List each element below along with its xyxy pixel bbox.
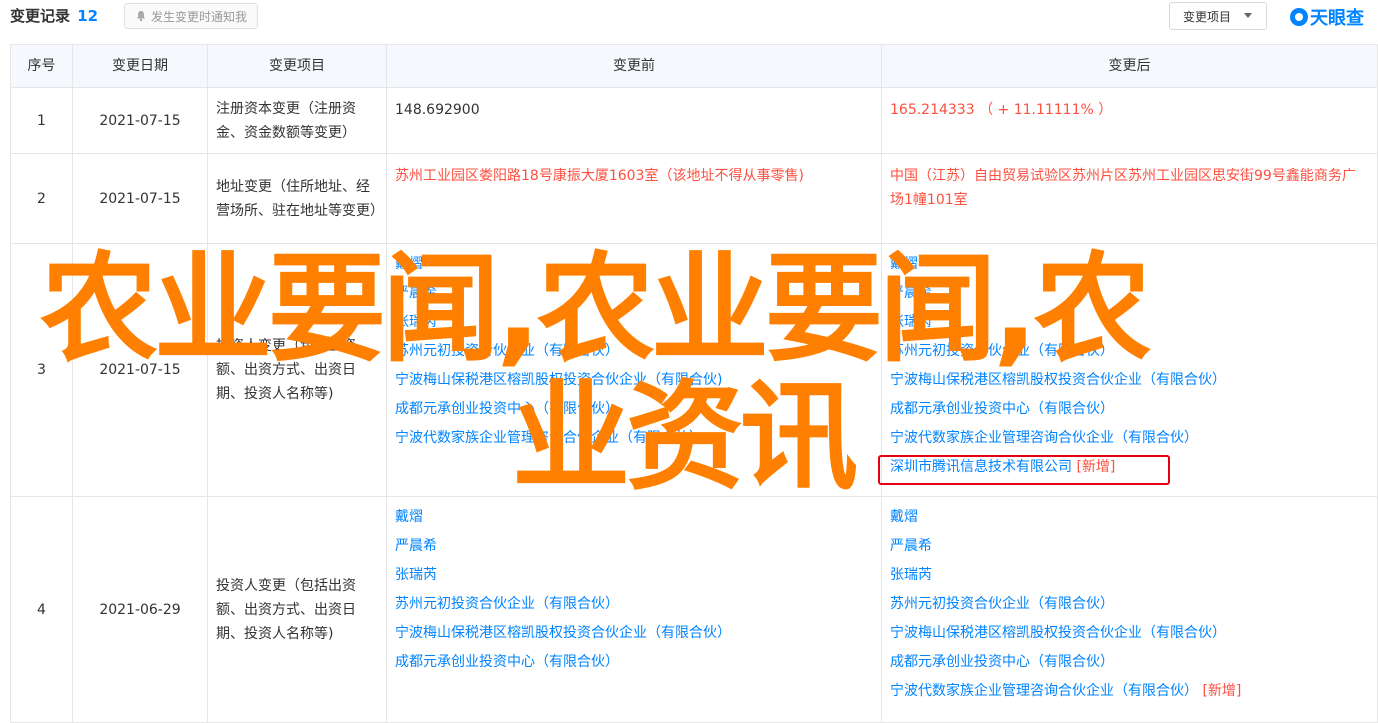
change-record-table: 序号 变更日期 变更项目 变更前 变更后 1 2021-07-15 注册资本变更…: [10, 44, 1378, 723]
notify-button[interactable]: 发生变更时通知我: [124, 3, 259, 29]
bell-icon: [137, 11, 145, 22]
new-investor-entry: 宁波代数家族企业管理咨询合伙企业（有限合伙） [新增]: [890, 677, 1369, 706]
investor-link[interactable]: 严晨希: [395, 279, 873, 308]
table-row: 2 2021-07-15 地址变更（住所地址、经营场所、驻在地址等变更） 苏州工…: [10, 153, 1378, 244]
logo-icon: [1290, 8, 1308, 26]
after-value: 165.214333 （ + 11.11111% ）: [881, 87, 1378, 154]
row-number: 1: [10, 87, 73, 154]
column-header-date: 变更日期: [72, 44, 208, 88]
top-bar: 变更记录 12 发生变更时通知我 变更项目 天眼查: [0, 0, 1378, 32]
change-date: 2021-07-15: [72, 87, 208, 154]
investor-link[interactable]: 戴熠: [890, 250, 1369, 279]
investor-link[interactable]: 宁波梅山保税港区榕凯股权投资合伙企业（有限合伙）: [395, 619, 873, 648]
investor-link[interactable]: 宁波梅山保税港区榕凯股权投资合伙企业（有限合伙）: [890, 619, 1369, 648]
investor-link[interactable]: 宁波梅山保税港区榕凯股权投资合伙企业（有限合伙）: [890, 366, 1369, 395]
section-title: 变更记录 12: [10, 5, 98, 26]
column-header-item: 变更项目: [207, 44, 387, 88]
chevron-down-icon: [1244, 13, 1252, 18]
after-value: 中国（江苏）自由贸易试验区苏州片区苏州工业园区思安街99号鑫能商务广场1幢101…: [881, 153, 1378, 244]
tianyancha-logo[interactable]: 天眼查: [1290, 4, 1364, 30]
change-item-select[interactable]: 变更项目: [1169, 2, 1267, 30]
investor-link[interactable]: 严晨希: [890, 279, 1369, 308]
logo-text: 天眼查: [1310, 8, 1364, 29]
investor-link[interactable]: 成都元承创业投资中心（有限合伙）: [890, 648, 1369, 677]
before-value: 苏州工业园区娄阳路18号康振大厦1603室（该地址不得从事零售): [386, 153, 882, 244]
investor-link[interactable]: 苏州元初投资合伙企业（有限合伙）: [395, 337, 873, 366]
investor-link[interactable]: 苏州元初投资合伙企业（有限合伙）: [890, 590, 1369, 619]
after-address: 中国（江苏）自由贸易试验区苏州片区苏州工业园区思安街99号鑫能商务广场1幢101…: [890, 168, 1356, 208]
change-date: 2021-06-29: [72, 496, 208, 723]
before-address: 苏州工业园区娄阳路18号康振大厦1603室（该地址不得从事零售): [395, 168, 804, 184]
change-item: 投资人变更（包括出资额、出资方式、出资日期、投资人名称等): [207, 243, 387, 497]
before-value: 戴熠 严晨希 张瑞芮 苏州元初投资合伙企业（有限合伙） 宁波梅山保税港区榕凯股权…: [386, 243, 882, 497]
investor-link[interactable]: 成都元承创业投资中心（有限合伙）: [395, 395, 873, 424]
investor-link[interactable]: 张瑞芮: [890, 561, 1369, 590]
section-title-text: 变更记录: [10, 7, 71, 25]
investor-link[interactable]: 戴熠: [395, 250, 873, 279]
investor-link[interactable]: 戴熠: [395, 503, 873, 532]
investor-link[interactable]: 张瑞芮: [890, 308, 1369, 337]
investor-link[interactable]: 张瑞芮: [395, 308, 873, 337]
before-value: 戴熠 严晨希 张瑞芮 苏州元初投资合伙企业（有限合伙） 宁波梅山保税港区榕凯股权…: [386, 496, 882, 723]
investor-link[interactable]: 宁波代数家族企业管理咨询合伙企业（有限合伙）: [890, 424, 1369, 453]
change-item: 投资人变更（包括出资额、出资方式、出资日期、投资人名称等): [207, 496, 387, 723]
investor-link[interactable]: 苏州元初投资合伙企业（有限合伙）: [395, 590, 873, 619]
change-item: 注册资本变更（注册资金、资金数额等变更）: [207, 87, 387, 154]
table-row: 3 2021-07-15 投资人变更（包括出资额、出资方式、出资日期、投资人名称…: [10, 243, 1378, 497]
investor-link[interactable]: 宁波梅山保税港区榕凯股权投资合伙企业（有限合伙): [395, 366, 873, 395]
table-header-row: 序号 变更日期 变更项目 变更前 变更后: [10, 44, 1378, 88]
row-number: 3: [10, 243, 73, 497]
column-header-before: 变更前: [386, 44, 882, 88]
new-tag: [新增]: [1202, 683, 1242, 699]
investor-link[interactable]: 苏州元初投资合伙企业（有限合伙）: [890, 337, 1369, 366]
investor-link[interactable]: 张瑞芮: [395, 561, 873, 590]
notify-button-label: 发生变更时通知我: [151, 9, 248, 24]
change-item: 地址变更（住所地址、经营场所、驻在地址等变更）: [207, 153, 387, 244]
highlight-annotation-box: [878, 455, 1170, 485]
change-date: 2021-07-15: [72, 153, 208, 244]
table-row: 4 2021-06-29 投资人变更（包括出资额、出资方式、出资日期、投资人名称…: [10, 496, 1378, 723]
after-value: 戴熠 严晨希 张瑞芮 苏州元初投资合伙企业（有限合伙） 宁波梅山保税港区榕凯股权…: [881, 496, 1378, 723]
table-row: 1 2021-07-15 注册资本变更（注册资金、资金数额等变更） 148.69…: [10, 87, 1378, 154]
investor-link[interactable]: 宁波代数家族企业管理咨询合伙企业（有限合伙）: [395, 424, 873, 453]
column-header-after: 变更后: [881, 44, 1378, 88]
investor-link[interactable]: 严晨希: [890, 532, 1369, 561]
record-count: 12: [77, 7, 99, 25]
investor-link[interactable]: 成都元承创业投资中心（有限合伙）: [395, 648, 873, 677]
before-capital: 148.692900: [395, 102, 480, 118]
change-date: 2021-07-15: [72, 243, 208, 497]
investor-link[interactable]: 宁波代数家族企业管理咨询合伙企业（有限合伙）: [890, 683, 1198, 699]
row-number: 4: [10, 496, 73, 723]
column-header-num: 序号: [10, 44, 73, 88]
row-number: 2: [10, 153, 73, 244]
investor-link[interactable]: 戴熠: [890, 503, 1369, 532]
before-value: 148.692900: [386, 87, 882, 154]
after-capital: 165.214333 （ + 11.11111% ）: [890, 102, 1113, 118]
investor-link[interactable]: 严晨希: [395, 532, 873, 561]
investor-link[interactable]: 成都元承创业投资中心（有限合伙）: [890, 395, 1369, 424]
change-item-select-value: 变更项目: [1183, 9, 1232, 24]
